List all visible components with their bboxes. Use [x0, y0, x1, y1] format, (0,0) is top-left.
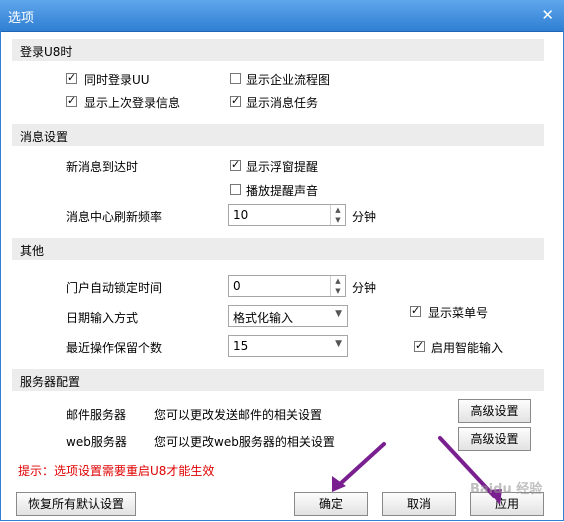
section-server-header: 服务器配置	[12, 369, 544, 391]
recent-ops-label: 最近操作保留个数	[66, 341, 163, 355]
mail-advanced-button[interactable]: 高级设置	[458, 399, 531, 423]
date-input-value: 格式化输入	[233, 311, 294, 325]
autolock-label: 门户自动锁定时间	[66, 281, 163, 295]
title-bar: 选项 ✕	[0, 0, 564, 32]
show-flow-label: 显示企业流程图	[246, 73, 331, 87]
web-advanced-button[interactable]: 高级设置	[458, 427, 531, 451]
chevron-down-icon: ▼	[335, 339, 342, 349]
show-popup-label: 显示浮窗提醒	[246, 160, 319, 174]
show-flow-checkbox[interactable]	[230, 73, 241, 84]
simultaneous-login-checkbox[interactable]	[66, 71, 77, 84]
section-login-title: 登录U8时	[20, 45, 73, 59]
play-sound-label: 播放提醒声音	[246, 184, 319, 198]
show-last-login-label: 显示上次登录信息	[84, 96, 181, 110]
chevron-down-icon: ▼	[335, 309, 342, 319]
section-server-title: 服务器配置	[20, 375, 81, 389]
web-server-label: web服务器	[66, 435, 127, 449]
arrival-label: 新消息到达时	[66, 160, 139, 174]
smart-input-label: 启用智能输入	[431, 341, 504, 355]
spin-down-icon[interactable]: ▼	[331, 286, 345, 296]
section-other-title: 其他	[20, 244, 45, 258]
date-input-select[interactable]: 格式化输入 ▼	[228, 305, 348, 327]
spin-down-icon[interactable]: ▼	[331, 215, 345, 225]
web-server-desc: 您可以更改web服务器的相关设置	[154, 435, 335, 449]
show-menu-no-label: 显示菜单号	[428, 306, 489, 320]
restore-defaults-button[interactable]: 恢复所有默认设置	[16, 492, 136, 516]
show-tasks-label: 显示消息任务	[246, 96, 319, 110]
window-title: 选项	[8, 11, 35, 26]
refresh-spinner[interactable]: 10 ▲ ▼	[228, 204, 346, 226]
autolock-value: 0	[233, 279, 241, 293]
ok-button[interactable]: 确定	[294, 492, 368, 516]
recent-ops-value: 15	[233, 339, 249, 353]
section-other-header: 其他	[12, 238, 544, 260]
section-message-title: 消息设置	[20, 130, 69, 144]
simultaneous-login-label: 同时登录UU	[84, 73, 150, 87]
refresh-label: 消息中心刷新频率	[66, 210, 163, 224]
show-menu-no-checkbox[interactable]	[410, 304, 421, 317]
refresh-value: 10	[233, 208, 249, 222]
refresh-unit: 分钟	[352, 210, 377, 224]
show-popup-checkbox[interactable]	[230, 158, 241, 171]
play-sound-checkbox[interactable]	[230, 184, 241, 195]
show-tasks-checkbox[interactable]	[230, 94, 241, 107]
date-input-label: 日期输入方式	[66, 311, 139, 325]
autolock-spinner[interactable]: 0 ▲ ▼	[228, 275, 346, 297]
restart-hint: 提示：选项设置需要重启U8才能生效	[18, 464, 215, 478]
section-login-header: 登录U8时	[12, 39, 544, 61]
cancel-button[interactable]: 取消	[382, 492, 456, 516]
show-last-login-checkbox[interactable]	[66, 94, 77, 107]
spin-up-icon[interactable]: ▲	[331, 205, 345, 215]
section-message-header: 消息设置	[12, 124, 544, 146]
spin-up-icon[interactable]: ▲	[331, 276, 345, 286]
smart-input-checkbox[interactable]	[414, 339, 425, 352]
recent-ops-select[interactable]: 15 ▼	[228, 335, 348, 357]
mail-server-label: 邮件服务器	[66, 408, 127, 422]
autolock-unit: 分钟	[352, 281, 377, 295]
watermark: Baidu 经验	[470, 482, 543, 497]
close-icon[interactable]: ✕	[541, 6, 554, 24]
mail-server-desc: 您可以更改发送邮件的相关设置	[154, 408, 323, 422]
